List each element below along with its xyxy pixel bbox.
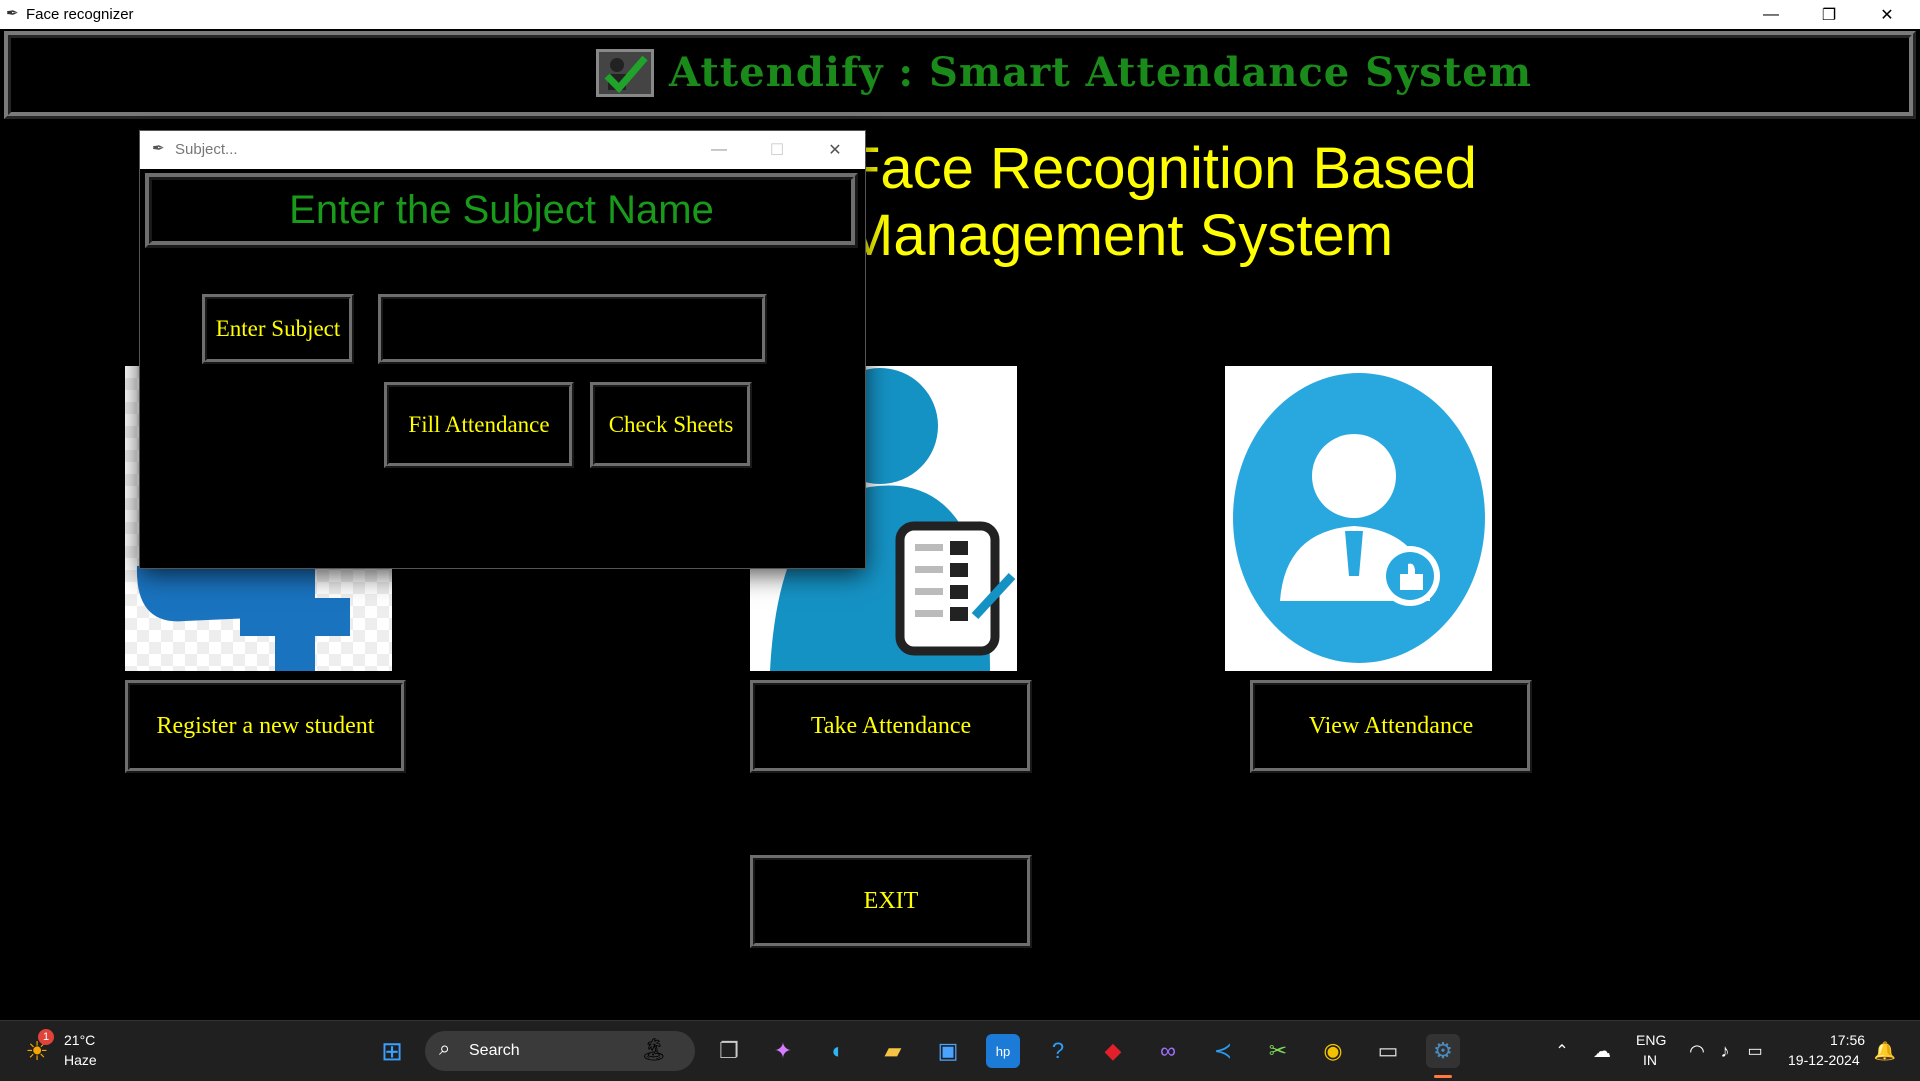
terminal-icon[interactable]: ▭ (1371, 1034, 1405, 1068)
feather-app-icon: ✒ (6, 5, 19, 22)
help-icon[interactable]: ? (1041, 1034, 1075, 1068)
subject-input[interactable] (378, 294, 767, 364)
myhp-icon[interactable]: hp (986, 1034, 1020, 1068)
search-label: Search (469, 1042, 520, 1059)
chrome-icon[interactable]: ◉ (1316, 1034, 1350, 1068)
close-button[interactable]: ✕ (1858, 0, 1916, 29)
dialog-close-button[interactable]: ✕ (806, 135, 864, 164)
checkmark-logo-icon (596, 49, 654, 97)
battery-icon[interactable]: ▭ (1738, 1034, 1772, 1068)
volume-icon[interactable]: ♪ (1708, 1034, 1742, 1068)
clock-date[interactable]: 19-12-2024 (1788, 1052, 1860, 1068)
task-view-icon[interactable]: ❐ (712, 1034, 746, 1068)
dialog-maximize-button[interactable]: ☐ (748, 135, 806, 164)
take-attendance-button[interactable]: Take Attendance (750, 680, 1032, 773)
notification-bell-icon[interactable]: 🔔 (1868, 1034, 1902, 1068)
edge-icon[interactable]: ◐ (821, 1034, 855, 1068)
view-attendance-button[interactable]: View Attendance (1250, 680, 1532, 773)
view-attendance-image (1225, 366, 1492, 671)
exit-button[interactable]: EXIT (750, 855, 1032, 948)
active-app-indicator (1434, 1075, 1452, 1078)
clock-time[interactable]: 17:56 (1830, 1032, 1865, 1048)
app-header-banner: Attendify : Smart Attendance System (4, 31, 1916, 119)
weather-temp: 21°C (64, 1032, 96, 1048)
restore-button[interactable]: ❐ (1800, 0, 1858, 29)
enter-subject-label: Enter Subject (202, 294, 354, 364)
weather-badge: 1 (38, 1029, 54, 1045)
window-title: Face recognizer (26, 6, 134, 23)
python-app-icon[interactable]: ⚙ (1426, 1034, 1460, 1068)
language-line2: IN (1643, 1052, 1657, 1068)
language-line1[interactable]: ENG (1636, 1032, 1666, 1048)
minimize-button[interactable]: — (1742, 0, 1800, 29)
search-icon: ⌕ (439, 1038, 451, 1060)
visual-studio-icon[interactable]: ∞ (1151, 1034, 1185, 1068)
vscode-icon[interactable]: ≺ (1206, 1034, 1240, 1068)
check-sheets-button[interactable]: Check Sheets (590, 382, 752, 468)
snipping-tool-icon[interactable]: ✂ (1261, 1034, 1295, 1068)
taskbar: ☀ 1 21°C Haze ⊞ ⌕ Search 🏝 ❐ ✦ ◐ ▰ ▣ hp … (0, 1020, 1920, 1081)
dialog-minimize-button[interactable]: — (690, 135, 748, 164)
dialog-header: Enter the Subject Name (145, 173, 858, 248)
file-explorer-icon[interactable]: ▰ (876, 1034, 910, 1068)
register-student-button[interactable]: Register a new student (125, 680, 406, 773)
fill-attendance-button[interactable]: Fill Attendance (384, 382, 574, 468)
taskbar-search-box[interactable]: ⌕ Search 🏝 (425, 1031, 695, 1071)
window-titlebar: ✒ Face recognizer — ❐ ✕ (0, 0, 1920, 29)
search-highlight-icon: 🏝 (640, 1037, 668, 1062)
chevron-up-icon[interactable]: ⌃ (1545, 1034, 1579, 1068)
dialog-title: Subject... (175, 141, 238, 158)
user-thumbs-up-icon (1233, 373, 1485, 663)
subject-dialog: ✒ Subject... — ☐ ✕ Enter the Subject Nam… (140, 131, 865, 568)
start-windows-icon[interactable]: ⊞ (375, 1034, 409, 1068)
mcafee-icon[interactable]: ◆ (1096, 1034, 1130, 1068)
dialog-titlebar: ✒ Subject... — ☐ ✕ (140, 131, 865, 169)
app-title: Attendify : Smart Attendance System (669, 49, 1533, 96)
onedrive-icon[interactable]: ☁ (1585, 1034, 1619, 1068)
main-title-line1: Face Recognition Based (845, 136, 1477, 201)
main-title-line2: Management System (845, 203, 1394, 268)
feather-app-icon: ✒ (152, 140, 165, 157)
copilot-icon[interactable]: ✦ (766, 1034, 800, 1068)
weather-desc: Haze (64, 1052, 97, 1068)
store-icon[interactable]: ▣ (931, 1034, 965, 1068)
